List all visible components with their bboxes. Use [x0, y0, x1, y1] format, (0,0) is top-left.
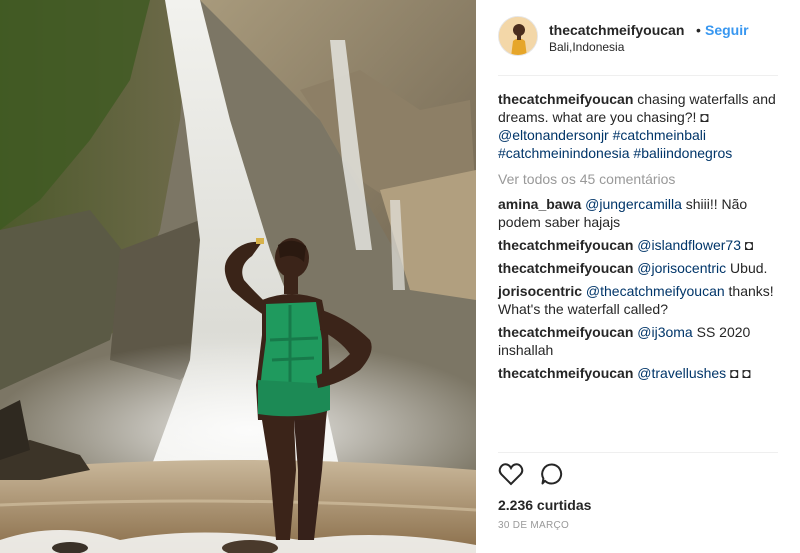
caption-username[interactable]: thecatchmeifyoucan — [498, 91, 633, 107]
comments-list: thecatchmeifyoucan chasing waterfalls an… — [498, 90, 782, 387]
comment-item: thecatchmeifyoucan @jorisocentric Ubud. — [498, 259, 782, 277]
comment-item: thecatchmeifyoucan @islandflower73 ◘ — [498, 236, 782, 254]
post-header: thecatchmeifyoucan • Seguir Bali,Indones… — [498, 14, 784, 62]
comment-username[interactable]: jorisocentric — [498, 283, 582, 299]
post-actions — [498, 462, 578, 490]
comment-username[interactable]: thecatchmeifyoucan — [498, 260, 633, 276]
post-username[interactable]: thecatchmeifyoucan — [549, 22, 684, 38]
comment-text: ◘ — [740, 237, 754, 253]
caption-tag[interactable]: #baliindonegros — [633, 145, 732, 161]
caption-tag[interactable]: #catchmeinbali — [613, 127, 706, 143]
likes-count[interactable]: 2.236 curtidas — [498, 497, 591, 513]
comment-text: ◘ ◘ — [726, 365, 751, 381]
post-photo[interactable] — [0, 0, 476, 553]
comment-bubble-icon[interactable] — [540, 462, 564, 491]
actions-divider — [498, 452, 778, 453]
comment-username[interactable]: thecatchmeifyoucan — [498, 365, 633, 381]
comment-mention[interactable]: @thecatchmeifyoucan — [586, 283, 725, 299]
comment-username[interactable]: amina_bawa — [498, 196, 581, 212]
post-date: 30 DE MARÇO — [498, 520, 570, 531]
header-divider — [498, 75, 778, 76]
comment-mention[interactable]: @ij3oma — [637, 324, 692, 340]
comment-item: jorisocentric @thecatchmeifyoucan thanks… — [498, 282, 782, 318]
post-sidebar: thecatchmeifyoucan • Seguir Bali,Indones… — [476, 0, 800, 553]
avatar-icon — [499, 17, 537, 55]
caption-tag[interactable]: #catchmeinindonesia — [498, 145, 630, 161]
post-caption: thecatchmeifyoucan chasing waterfalls an… — [498, 90, 782, 162]
caption-mention[interactable]: @eltonandersonjr — [498, 127, 609, 143]
comment-mention[interactable]: @jungercamilla — [585, 196, 682, 212]
post-location[interactable]: Bali,Indonesia — [549, 40, 624, 54]
avatar[interactable] — [498, 16, 538, 56]
comment-username[interactable]: thecatchmeifyoucan — [498, 237, 633, 253]
view-all-comments-link[interactable]: Ver todos os 45 comentários — [498, 170, 782, 188]
comment-text: Ubud. — [726, 260, 768, 276]
comment-username[interactable]: thecatchmeifyoucan — [498, 324, 633, 340]
comment-item: thecatchmeifyoucan @travellushes ◘ ◘ — [498, 364, 782, 382]
comment-item: thecatchmeifyoucan @ij3oma SS 2020 insha… — [498, 323, 782, 359]
follow-button[interactable]: Seguir — [705, 22, 749, 38]
comment-mention[interactable]: @islandflower73 — [637, 237, 741, 253]
comment-mention[interactable]: @jorisocentric — [637, 260, 726, 276]
separator-dot: • — [696, 22, 701, 38]
comment-item: amina_bawa @jungercamilla shiii!! Não po… — [498, 195, 782, 231]
comment-mention[interactable]: @travellushes — [637, 365, 726, 381]
heart-icon[interactable] — [498, 462, 524, 491]
waterfall-photo — [0, 0, 476, 553]
